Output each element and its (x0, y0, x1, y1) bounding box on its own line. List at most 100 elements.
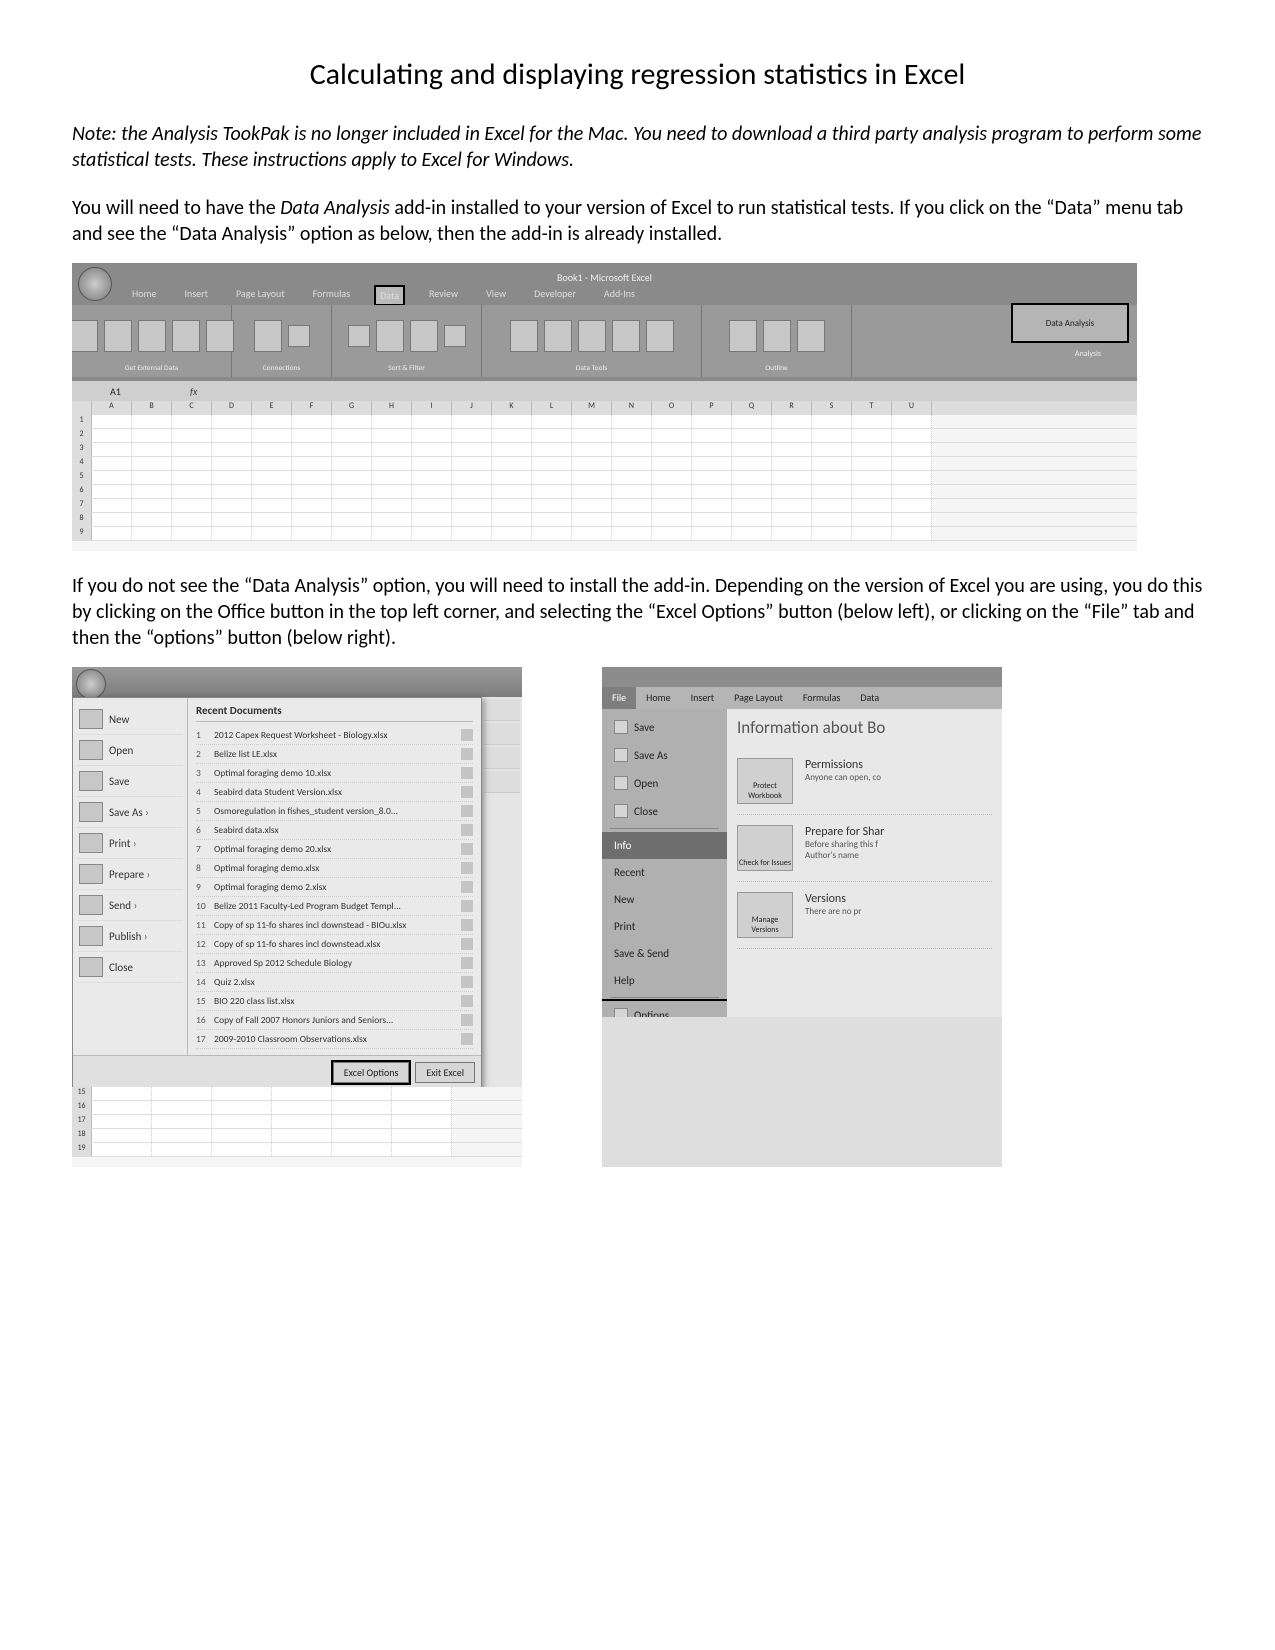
tab-formulas[interactable]: Formulas (793, 687, 850, 709)
tab-file[interactable]: File (602, 687, 636, 709)
menu-new[interactable]: New (77, 704, 183, 735)
cell[interactable] (212, 1087, 272, 1100)
cell[interactable] (92, 1129, 152, 1142)
nav-new[interactable]: New (602, 886, 727, 913)
cell[interactable] (652, 485, 692, 498)
row-header[interactable]: 16 (72, 1101, 92, 1114)
cell[interactable] (812, 499, 852, 512)
cell[interactable] (332, 527, 372, 540)
cell[interactable] (532, 471, 572, 484)
cell[interactable] (292, 485, 332, 498)
cell[interactable] (732, 429, 772, 442)
cell[interactable] (212, 471, 252, 484)
connections-icon[interactable] (288, 325, 310, 347)
cell[interactable] (212, 443, 252, 456)
cell[interactable] (92, 499, 132, 512)
text-to-columns-icon[interactable] (510, 320, 538, 352)
cell[interactable] (732, 527, 772, 540)
cell[interactable] (252, 499, 292, 512)
cell[interactable] (572, 443, 612, 456)
cell[interactable] (772, 471, 812, 484)
cell[interactable] (492, 485, 532, 498)
pin-icon[interactable] (461, 843, 473, 855)
cell[interactable] (412, 443, 452, 456)
recent-item[interactable]: 9Optimal foraging demo 2.xlsx (196, 878, 473, 897)
name-box[interactable]: A1 (110, 385, 170, 398)
cell[interactable] (252, 457, 292, 470)
cell[interactable] (692, 429, 732, 442)
cell[interactable] (412, 485, 452, 498)
cell[interactable] (492, 443, 532, 456)
row-header[interactable]: 18 (72, 1129, 92, 1142)
from-other-sources-icon[interactable] (172, 320, 200, 352)
recent-item[interactable]: 15BIO 220 class list.xlsx (196, 992, 473, 1011)
cell[interactable] (852, 415, 892, 428)
fx-icon[interactable]: fx (190, 385, 197, 398)
what-if-icon[interactable] (646, 320, 674, 352)
cell[interactable] (532, 513, 572, 526)
cell[interactable] (372, 443, 412, 456)
cell[interactable] (892, 527, 932, 540)
cell[interactable] (212, 429, 252, 442)
cell[interactable] (612, 415, 652, 428)
row-header[interactable]: 9 (72, 527, 92, 540)
cell[interactable] (852, 499, 892, 512)
col-header[interactable]: O (652, 401, 692, 415)
cell[interactable] (132, 457, 172, 470)
menu-print[interactable]: Print (77, 828, 183, 859)
cell[interactable] (572, 485, 612, 498)
cell[interactable] (92, 415, 132, 428)
col-header[interactable]: T (852, 401, 892, 415)
cell[interactable] (332, 485, 372, 498)
nav-close[interactable]: Close (602, 797, 727, 825)
cell[interactable] (692, 527, 732, 540)
tab-insert[interactable]: Insert (180, 285, 212, 306)
cell[interactable] (372, 471, 412, 484)
cell[interactable] (212, 1101, 272, 1114)
cell[interactable] (372, 499, 412, 512)
cell[interactable] (152, 1101, 212, 1114)
cell[interactable] (452, 457, 492, 470)
menu-prepare[interactable]: Prepare (77, 859, 183, 890)
cell[interactable] (172, 457, 212, 470)
cell[interactable] (412, 415, 452, 428)
sort-az-icon[interactable] (348, 325, 370, 347)
cell[interactable] (532, 443, 572, 456)
cell[interactable] (252, 485, 292, 498)
cell[interactable] (492, 415, 532, 428)
recent-item[interactable]: 14Quiz 2.xlsx (196, 973, 473, 992)
nav-info[interactable]: Info (602, 832, 727, 859)
pin-icon[interactable] (461, 862, 473, 874)
col-header[interactable]: A (92, 401, 132, 415)
cell[interactable] (252, 443, 292, 456)
tab-addins[interactable]: Add-Ins (600, 285, 639, 306)
tab-developer[interactable]: Developer (530, 285, 580, 306)
cell[interactable] (152, 1143, 212, 1156)
tab-data[interactable]: Data (850, 687, 889, 709)
col-header[interactable]: B (132, 401, 172, 415)
cell[interactable] (292, 499, 332, 512)
cell[interactable] (492, 513, 532, 526)
cell[interactable] (292, 415, 332, 428)
cell[interactable] (492, 457, 532, 470)
row-header[interactable]: 15 (72, 1087, 92, 1100)
cell[interactable] (212, 1115, 272, 1128)
cell[interactable] (452, 443, 492, 456)
protect-workbook-button[interactable]: Protect Workbook (737, 758, 793, 804)
col-header[interactable]: G (332, 401, 372, 415)
col-header[interactable]: Q (732, 401, 772, 415)
pin-icon[interactable] (461, 1033, 473, 1045)
menu-close[interactable]: Close (77, 952, 183, 983)
cell[interactable] (852, 443, 892, 456)
cell[interactable] (892, 499, 932, 512)
pin-icon[interactable] (461, 995, 473, 1007)
remove-duplicates-icon[interactable] (544, 320, 572, 352)
tab-home[interactable]: Home (636, 687, 680, 709)
cell[interactable] (572, 457, 612, 470)
cell[interactable] (132, 429, 172, 442)
cell[interactable] (252, 513, 292, 526)
tab-insert[interactable]: Insert (681, 687, 725, 709)
tab-formulas[interactable]: Formulas (309, 285, 354, 306)
col-header[interactable]: D (212, 401, 252, 415)
nav-open[interactable]: Open (602, 769, 727, 797)
